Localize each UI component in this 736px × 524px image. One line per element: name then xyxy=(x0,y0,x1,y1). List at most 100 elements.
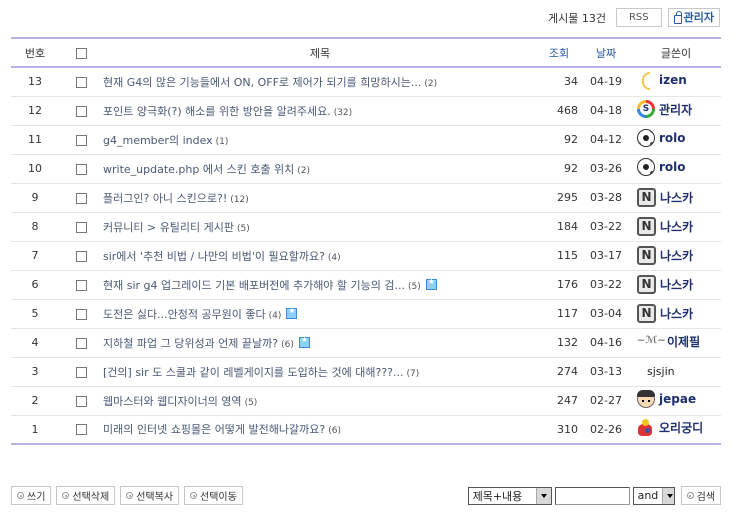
row-checkbox[interactable] xyxy=(75,337,87,349)
row-checkbox-cell xyxy=(59,67,103,97)
writer-cell: 나스카 xyxy=(631,241,721,271)
writer-link[interactable]: 이제필 xyxy=(637,333,700,350)
title-cell: 웹마스터와 웹디자이너의 영역 (5) xyxy=(103,386,537,416)
writer-link[interactable]: 관리자 xyxy=(637,100,692,118)
post-date: 03-28 xyxy=(581,183,631,213)
post-title-link[interactable]: 지하철 파업 그 당위성과 언제 끝날까? xyxy=(103,337,278,350)
title-cell: write_update.php 에서 스킨 호출 위치 (2) xyxy=(103,154,537,184)
row-checkbox[interactable] xyxy=(75,134,87,146)
post-title-link[interactable]: [건의] sir 도 스쿨과 같이 레벨게이지를 도입하는 것에 대해???..… xyxy=(103,366,404,379)
writer-link[interactable]: 나스카 xyxy=(637,275,693,294)
writer-cell: 이제필 xyxy=(631,328,721,358)
row-checkbox-cell xyxy=(59,96,103,126)
table-row: 8커뮤니티 > 유틸리티 게시판(5)18403-22나스카 xyxy=(11,212,721,242)
writer-link[interactable]: 나스카 xyxy=(637,188,693,207)
row-checkbox[interactable] xyxy=(75,424,87,436)
column-header-writer: 글쓴이 xyxy=(631,37,721,68)
table-row: 1 미래의 인터넷 쇼핑몰은 어떻게 발전해나갈까요? (6) 310 02-26 오리궁… xyxy=(11,415,721,445)
post-title-link[interactable]: sir에서 '추천 비법 / 나만의 비법'이 필요할까요? xyxy=(103,250,325,263)
row-checkbox-cell xyxy=(59,125,103,155)
column-header-date[interactable]: 날짜 xyxy=(581,37,631,68)
row-number: 2 xyxy=(11,386,59,416)
row-checkbox[interactable] xyxy=(75,76,87,88)
title-cell: 미래의 인터넷 쇼핑몰은 어떻게 발전해나갈까요? (6) xyxy=(103,415,537,445)
writer-link[interactable]: 나스카 xyxy=(637,217,693,236)
delete-selected-button[interactable]: 선택삭제 xyxy=(56,486,116,505)
writer-link[interactable]: jepae xyxy=(637,390,696,408)
post-date: 04-19 xyxy=(581,67,631,97)
row-checkbox-cell xyxy=(59,212,103,242)
post-title-link[interactable]: 웹마스터와 웹디자이너의 영역 xyxy=(103,395,242,408)
row-number: 8 xyxy=(11,212,59,242)
writer-cell: 나스카 xyxy=(631,299,721,329)
rss-button[interactable]: RSS xyxy=(615,8,662,27)
post-title-link[interactable]: 플러그인? 아니 스킨으로?! xyxy=(103,192,227,205)
post-title-link[interactable]: 미래의 인터넷 쇼핑몰은 어떻게 발전해나갈까요? xyxy=(103,423,325,436)
row-checkbox[interactable] xyxy=(75,221,87,233)
comment-count: (6) xyxy=(281,339,294,350)
writer-link[interactable]: izen xyxy=(637,71,687,91)
writer-link[interactable]: rolo xyxy=(637,129,686,147)
title-cell: 지하철 파업 그 당위성과 언제 끝날까? (6) xyxy=(103,328,537,358)
table-row: 2 웹마스터와 웹디자이너의 영역 (5) 247 02-27 jepae xyxy=(11,386,721,416)
search-operator-select[interactable]: and xyxy=(632,486,675,505)
search-field-select[interactable]: 제목+내용 xyxy=(467,486,552,505)
row-checkbox-cell xyxy=(59,183,103,213)
post-title-link[interactable]: write_update.php 에서 스킨 호출 위치 xyxy=(103,163,294,176)
post-title-link[interactable]: 포인트 양극화(?) 해소를 위한 방안을 알려주세요. xyxy=(103,105,331,118)
search-input[interactable] xyxy=(554,486,630,505)
row-checkbox[interactable] xyxy=(75,192,87,204)
row-checkbox[interactable] xyxy=(75,366,87,378)
search-bar: 제목+내용 and 검색 xyxy=(467,486,721,505)
title-cell: sir에서 '추천 비법 / 나만의 비법'이 필요할까요? (4) xyxy=(103,241,537,271)
n-badge-icon xyxy=(637,188,656,207)
hit-count: 468 xyxy=(537,96,581,126)
image-attached-icon xyxy=(425,277,437,290)
post-title-link[interactable]: 현재 sir g4 업그레이드 기본 배포버전에 추가해야 할 기능의 검... xyxy=(103,279,405,292)
post-date: 03-04 xyxy=(581,299,631,329)
table-row: 5도전은 싫다...안정적 공무원이 좋다(4)11703-04나스카 xyxy=(11,299,721,329)
writer-link[interactable]: 오리궁디 xyxy=(637,418,703,437)
move-selected-button[interactable]: 선택이동 xyxy=(184,486,243,505)
writer-link[interactable]: rolo xyxy=(637,158,686,176)
post-date: 04-18 xyxy=(581,96,631,126)
post-title-link[interactable]: 현재 G4의 많은 기능들에서 ON, OFF로 제어가 되기를 희망하시는..… xyxy=(103,76,421,89)
post-title-link[interactable]: 커뮤니티 > 유틸리티 게시판 xyxy=(103,221,234,234)
row-checkbox[interactable] xyxy=(75,250,87,262)
row-number: 9 xyxy=(11,183,59,213)
row-checkbox[interactable] xyxy=(75,105,87,117)
select-all-checkbox[interactable] xyxy=(75,47,87,59)
write-button-label: 쓰기 xyxy=(27,492,46,503)
writer-link[interactable]: sjsjin xyxy=(647,365,675,378)
row-number: 6 xyxy=(11,270,59,300)
hit-count: 132 xyxy=(537,328,581,358)
write-button[interactable]: 쓰기 xyxy=(11,486,52,505)
search-button[interactable]: 검색 xyxy=(680,486,721,505)
bullet-icon xyxy=(17,492,24,499)
table-row: 10 write_update.php 에서 스킨 호출 위치 (2) 92 03-26… xyxy=(11,154,721,184)
row-checkbox[interactable] xyxy=(75,395,87,407)
post-date: 03-17 xyxy=(581,241,631,271)
toy-avatar-icon xyxy=(637,418,655,437)
row-number: 1 xyxy=(11,415,59,445)
table-row: 6 현재 sir g4 업그레이드 기본 배포버전에 추가해야 할 기능의 검..… xyxy=(11,270,721,300)
chevron-down-icon xyxy=(535,487,551,504)
writer-link[interactable]: 나스카 xyxy=(637,246,693,265)
title-cell: 도전은 싫다...안정적 공무원이 좋다 (4) xyxy=(103,299,537,329)
signature-icon xyxy=(637,335,666,349)
comment-count: (7) xyxy=(406,368,420,379)
writer-link[interactable]: 나스카 xyxy=(637,304,693,323)
post-title-link[interactable]: 도전은 싫다...안정적 공무원이 좋다 xyxy=(103,308,266,321)
copy-selected-button[interactable]: 선택복사 xyxy=(120,486,180,505)
hit-count: 34 xyxy=(537,67,581,97)
row-checkbox[interactable] xyxy=(75,279,87,291)
post-title-link[interactable]: g4_member의 index xyxy=(103,134,213,147)
row-checkbox[interactable] xyxy=(75,308,87,320)
table-row: 4지하철 파업 그 당위성과 언제 끝날까?(6)13204-16이제필 xyxy=(11,328,721,358)
hit-count: 92 xyxy=(537,125,581,155)
post-date: 03-13 xyxy=(581,357,631,387)
column-header-hit[interactable]: 조회 xyxy=(537,37,581,68)
writer-name: 나스카 xyxy=(660,191,694,205)
admin-button[interactable]: 관리자 xyxy=(667,8,720,27)
row-checkbox[interactable] xyxy=(75,163,87,175)
